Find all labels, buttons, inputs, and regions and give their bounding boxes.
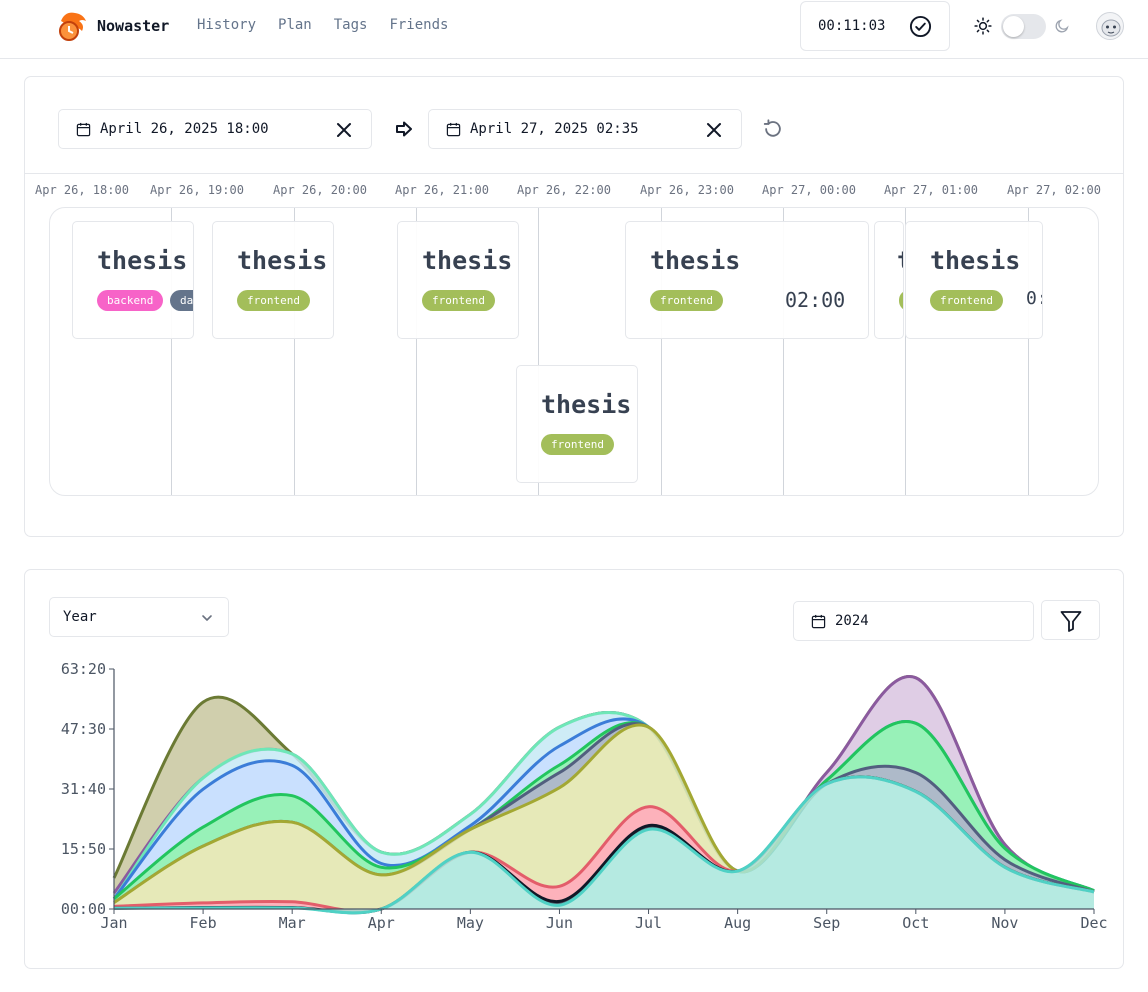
session-title: t <box>897 246 903 275</box>
brand-name[interactable]: Nowaster <box>97 17 169 35</box>
timeline-tick: Apr 26, 18:00 <box>35 183 129 197</box>
app-header: Nowaster History Plan Tags Friends 00:11… <box>0 0 1148 59</box>
session-block[interactable]: t <box>874 221 904 339</box>
tag-badge[interactable]: frontend <box>422 290 495 311</box>
y-tick-label: 47:30 <box>61 720 106 738</box>
x-tick-label: Jun <box>546 914 573 932</box>
tag-badge[interactable] <box>899 290 903 311</box>
session-title: thesis <box>422 246 513 275</box>
tag-badge[interactable]: frontend <box>930 290 1003 311</box>
calendar-icon <box>446 122 461 137</box>
tag-badge[interactable]: frontend <box>541 434 614 455</box>
moon-icon <box>1055 19 1069 33</box>
y-tick-label: 63:20 <box>61 660 106 678</box>
dragon-clock-logo[interactable] <box>55 9 89 43</box>
session-block[interactable]: thesis frontend <box>516 365 638 483</box>
session-time: 0: <box>1026 288 1042 309</box>
y-tick-label: 15:50 <box>61 840 106 858</box>
session-title: thesis <box>237 246 328 275</box>
x-tick-label: Mar <box>279 914 306 932</box>
chart-areas <box>112 675 1095 915</box>
timeline-tick: Apr 27, 02:00 <box>1007 183 1101 197</box>
y-tick-label: 00:00 <box>61 900 106 918</box>
calendar-icon <box>76 122 91 137</box>
y-tick-label: 31:40 <box>61 780 106 798</box>
session-title: thesis <box>97 246 188 275</box>
check-circle-icon[interactable] <box>909 15 932 38</box>
nav-plan[interactable]: Plan <box>278 17 312 33</box>
main-nav: History Plan Tags Friends <box>197 17 448 33</box>
tag-badge[interactable]: frontend <box>237 290 310 311</box>
x-tick-label: Feb <box>190 914 217 932</box>
timer-value: 00:11:03 <box>818 18 886 34</box>
nav-history[interactable]: History <box>197 17 256 33</box>
clear-end-icon[interactable] <box>705 121 723 139</box>
x-tick-label: Apr <box>368 914 395 932</box>
tag-badge[interactable]: backend <box>97 290 164 311</box>
user-avatar[interactable] <box>1096 12 1124 40</box>
timeline-tick: Apr 26, 20:00 <box>273 183 367 197</box>
clear-start-icon[interactable] <box>335 121 353 139</box>
theme-toggle[interactable] <box>1001 14 1046 39</box>
active-timer[interactable]: 00:11:03 <box>800 1 950 51</box>
x-tick-label: Aug <box>724 914 751 932</box>
sun-icon <box>974 17 992 35</box>
session-title: thesis <box>541 390 632 419</box>
reset-icon[interactable] <box>762 118 784 140</box>
stacked-area-chart: 00:00 15:50 31:40 47:30 63:20 Jan Feb Mar Apr May… <box>61 660 1108 932</box>
stats-card: Year 2024 00:00 15:50 31:40 47:30 63:20 Jan Fe… <box>24 569 1124 969</box>
session-block[interactable]: thesis frontend 0: <box>905 221 1043 339</box>
x-tick-label: Oct <box>902 914 929 932</box>
tag-badge[interactable]: da <box>170 290 193 311</box>
timeline-card: April 26, 2025 18:00 April 27, 2025 02:3… <box>24 76 1124 537</box>
session-title: thesis <box>650 246 741 275</box>
session-block[interactable]: thesis backend da <box>72 221 194 339</box>
start-date-input[interactable]: April 26, 2025 18:00 <box>58 109 372 149</box>
timeline-divider <box>25 173 1123 174</box>
x-tick-label: Jan <box>100 914 127 932</box>
nav-friends[interactable]: Friends <box>389 17 448 33</box>
session-block[interactable]: thesis frontend <box>212 221 334 339</box>
timeline-tick: Apr 26, 19:00 <box>150 183 244 197</box>
tag-badge[interactable]: frontend <box>650 290 723 311</box>
timeline-tick: Apr 26, 23:00 <box>640 183 734 197</box>
timeline-tick: Apr 26, 21:00 <box>395 183 489 197</box>
timeline-tick: Apr 27, 00:00 <box>762 183 856 197</box>
timeline-tick: Apr 27, 01:00 <box>884 183 978 197</box>
end-date-value: April 27, 2025 02:35 <box>470 121 639 137</box>
x-tick-label: May <box>457 914 484 932</box>
session-time: 02:00 <box>785 288 846 312</box>
nav-tags[interactable]: Tags <box>334 17 368 33</box>
arrow-right-icon <box>396 121 412 137</box>
session-block[interactable]: thesis frontend <box>397 221 519 339</box>
timeline-area[interactable]: thesis backend da thesis frontend thesis… <box>49 207 1099 496</box>
session-block[interactable]: thesis frontend 02:00 <box>625 221 869 339</box>
timeline-tick: Apr 26, 22:00 <box>517 183 611 197</box>
x-tick-label: Dec <box>1080 914 1107 932</box>
start-date-value: April 26, 2025 18:00 <box>100 121 269 137</box>
session-title: thesis <box>930 246 1021 275</box>
x-tick-label: Nov <box>991 914 1018 932</box>
x-tick-label: Jul <box>635 914 662 932</box>
end-date-input[interactable]: April 27, 2025 02:35 <box>428 109 742 149</box>
x-tick-label: Sep <box>813 914 840 932</box>
